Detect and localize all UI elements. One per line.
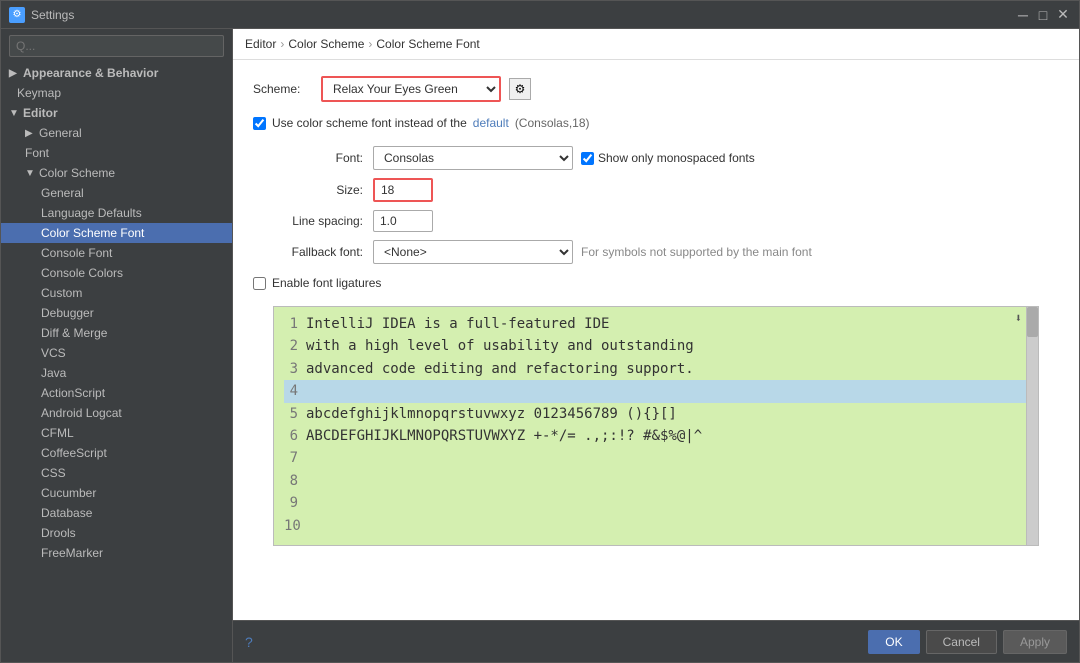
font-control: Consolas Show only monospaced fonts	[373, 146, 1059, 170]
show-mono-label: Show only monospaced fonts	[598, 151, 755, 165]
sidebar-item-vcs[interactable]: VCS	[1, 343, 232, 363]
scheme-gear-button[interactable]: ⚙	[509, 78, 531, 100]
preview-line-7: 7	[284, 447, 1028, 469]
sidebar-item-database[interactable]: Database	[1, 503, 232, 523]
sidebar-item-custom[interactable]: Custom	[1, 283, 232, 303]
size-control	[373, 178, 1059, 202]
scrollbar-thumb[interactable]	[1027, 307, 1038, 337]
line-spacing-control	[373, 210, 1059, 232]
sidebar-item-cucumber[interactable]: Cucumber	[1, 483, 232, 503]
preview-line-4: 4	[284, 380, 1028, 402]
scheme-row: Scheme: Relax Your Eyes Green ⚙	[253, 76, 1059, 102]
preview-line-1: 1 IntelliJ IDEA is a full-featured IDE	[284, 313, 1028, 335]
size-label: Size:	[253, 183, 363, 197]
sidebar-item-console-font[interactable]: Console Font	[1, 243, 232, 263]
preview-line-5: 5 abcdefghijklmnopqrstuvwxyz 0123456789 …	[284, 403, 1028, 425]
main-content: ▶ Appearance & Behavior Keymap ▼ Editor …	[1, 29, 1079, 662]
sidebar-item-freemarker[interactable]: FreeMarker	[1, 543, 232, 563]
bottom-bar: ? OK Cancel Apply	[233, 620, 1079, 662]
minimize-button[interactable]: ─	[1015, 7, 1031, 23]
show-mono-checkbox[interactable]	[581, 152, 594, 165]
font-select[interactable]: Consolas	[373, 146, 573, 170]
fallback-control: <None> For symbols not supported by the …	[373, 240, 1059, 264]
arrow-icon-general: ▶	[25, 128, 35, 139]
sidebar-item-java[interactable]: Java	[1, 363, 232, 383]
scheme-label: Scheme:	[253, 82, 313, 96]
main-panel: Editor › Color Scheme › Color Scheme Fon…	[233, 29, 1079, 662]
sidebar-item-diff-merge[interactable]: Diff & Merge	[1, 323, 232, 343]
font-label: Font:	[253, 151, 363, 165]
preview-line-3: 3 advanced code editing and refactoring …	[284, 358, 1028, 380]
sidebar-item-color-scheme-font[interactable]: Color Scheme Font	[1, 223, 232, 243]
ligatures-checkbox[interactable]	[253, 277, 266, 290]
sidebar-item-coffeescript[interactable]: CoffeeScript	[1, 443, 232, 463]
settings-grid: Font: Consolas Show only monospaced font…	[253, 146, 1059, 264]
maximize-button[interactable]: □	[1035, 7, 1051, 23]
sidebar-item-font[interactable]: Font	[1, 143, 232, 163]
fallback-hint: For symbols not supported by the main fo…	[581, 245, 812, 259]
preview-line-8: 8	[284, 470, 1028, 492]
cancel-button[interactable]: Cancel	[926, 630, 997, 654]
sidebar: ▶ Appearance & Behavior Keymap ▼ Editor …	[1, 29, 233, 662]
ligatures-label: Enable font ligatures	[272, 276, 381, 290]
breadcrumb-sep-2: ›	[368, 37, 372, 51]
fallback-select[interactable]: <None>	[373, 240, 573, 264]
sidebar-item-css[interactable]: CSS	[1, 463, 232, 483]
search-box	[1, 29, 232, 63]
sidebar-item-language-defaults[interactable]: Language Defaults	[1, 203, 232, 223]
preview-line-9: 9	[284, 492, 1028, 514]
window-title: Settings	[31, 8, 74, 22]
use-font-label: Use color scheme font instead of the	[272, 116, 467, 130]
sidebar-item-drools[interactable]: Drools	[1, 523, 232, 543]
sidebar-item-cfml[interactable]: CFML	[1, 423, 232, 443]
breadcrumb: Editor › Color Scheme › Color Scheme Fon…	[233, 29, 1079, 60]
breadcrumb-editor: Editor	[245, 37, 276, 51]
fallback-label: Fallback font:	[253, 245, 363, 259]
preview-content: 1 IntelliJ IDEA is a full-featured IDE 2…	[274, 307, 1038, 543]
help-icon[interactable]: ?	[245, 634, 253, 650]
sidebar-item-appearance[interactable]: ▶ Appearance & Behavior	[1, 63, 232, 83]
arrow-icon-editor: ▼	[9, 108, 19, 119]
use-font-checkbox-row: Use color scheme font instead of the def…	[253, 116, 1059, 130]
settings-panel: Scheme: Relax Your Eyes Green ⚙ Use colo…	[233, 60, 1079, 620]
mono-checkbox-row: Show only monospaced fonts	[581, 151, 755, 165]
sidebar-item-color-scheme[interactable]: ▼ Color Scheme	[1, 163, 232, 183]
arrow-icon-cs: ▼	[25, 168, 35, 179]
breadcrumb-sep-1: ›	[280, 37, 284, 51]
preview-line-2: 2 with a high level of usability and out…	[284, 335, 1028, 357]
sidebar-item-editor[interactable]: ▼ Editor	[1, 103, 232, 123]
preview-scrollbar[interactable]	[1026, 307, 1038, 545]
sidebar-item-actionscript[interactable]: ActionScript	[1, 383, 232, 403]
line-spacing-label: Line spacing:	[253, 214, 363, 228]
ok-button[interactable]: OK	[868, 630, 919, 654]
preview-line-6: 6 ABCDEFGHIJKLMNOPQRSTUVWXYZ +-*/= .,;:!…	[284, 425, 1028, 447]
sidebar-item-cs-general[interactable]: General	[1, 183, 232, 203]
search-input[interactable]	[9, 35, 224, 57]
app-icon: ⚙	[9, 7, 25, 23]
preview-icon: ⬇	[1015, 311, 1022, 325]
default-info: (Consolas,18)	[515, 116, 590, 130]
settings-window: ⚙ Settings ─ □ ✕ ▶ Appearance & Behavior…	[0, 0, 1080, 663]
sidebar-item-general[interactable]: ▶ General	[1, 123, 232, 143]
scheme-select[interactable]: Relax Your Eyes Green	[321, 76, 501, 102]
arrow-icon: ▶	[9, 68, 19, 79]
sidebar-item-console-colors[interactable]: Console Colors	[1, 263, 232, 283]
preview-line-10: 10	[284, 515, 1028, 537]
close-button[interactable]: ✕	[1055, 7, 1071, 23]
sidebar-item-android-logcat[interactable]: Android Logcat	[1, 403, 232, 423]
titlebar: ⚙ Settings ─ □ ✕	[1, 1, 1079, 29]
sidebar-item-debugger[interactable]: Debugger	[1, 303, 232, 323]
line-spacing-input[interactable]	[373, 210, 433, 232]
default-link[interactable]: default	[473, 116, 509, 130]
breadcrumb-color-scheme: Color Scheme	[288, 37, 364, 51]
use-font-checkbox[interactable]	[253, 117, 266, 130]
size-input[interactable]	[373, 178, 433, 202]
breadcrumb-cs-font: Color Scheme Font	[376, 37, 479, 51]
titlebar-left: ⚙ Settings	[9, 7, 74, 23]
sidebar-item-keymap[interactable]: Keymap	[1, 83, 232, 103]
preview-area: 1 IntelliJ IDEA is a full-featured IDE 2…	[273, 306, 1039, 546]
ligatures-row: Enable font ligatures	[253, 276, 1059, 290]
apply-button[interactable]: Apply	[1003, 630, 1067, 654]
window-controls: ─ □ ✕	[1015, 7, 1071, 23]
